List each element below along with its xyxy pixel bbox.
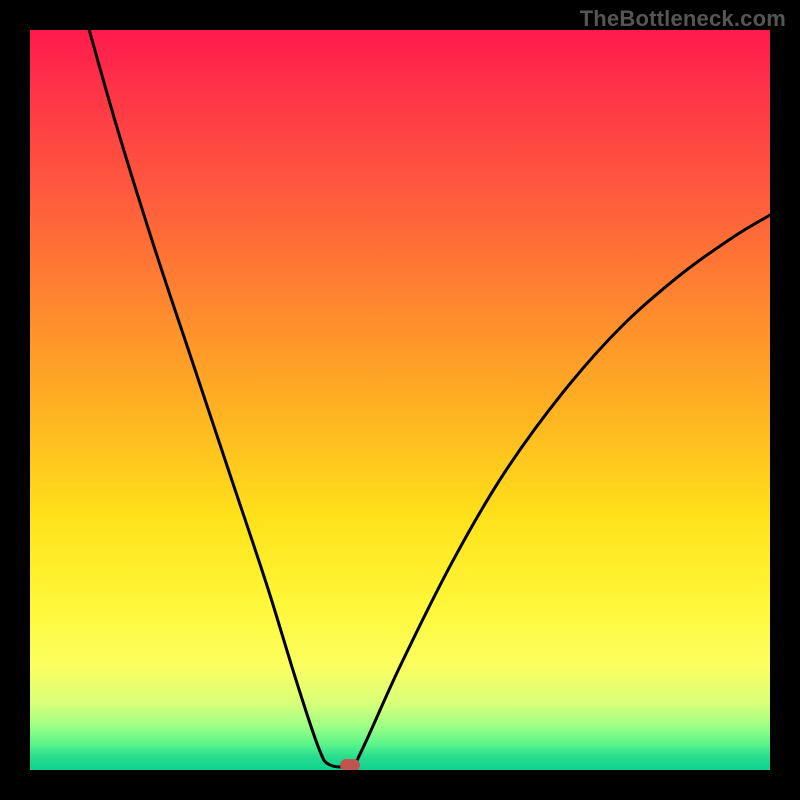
optimal-marker <box>340 759 360 770</box>
watermark-text: TheBottleneck.com <box>580 6 786 32</box>
chart-container: TheBottleneck.com <box>0 0 800 800</box>
plot-area <box>30 30 770 770</box>
bottleneck-curve <box>30 30 770 770</box>
plot-frame <box>30 30 770 770</box>
